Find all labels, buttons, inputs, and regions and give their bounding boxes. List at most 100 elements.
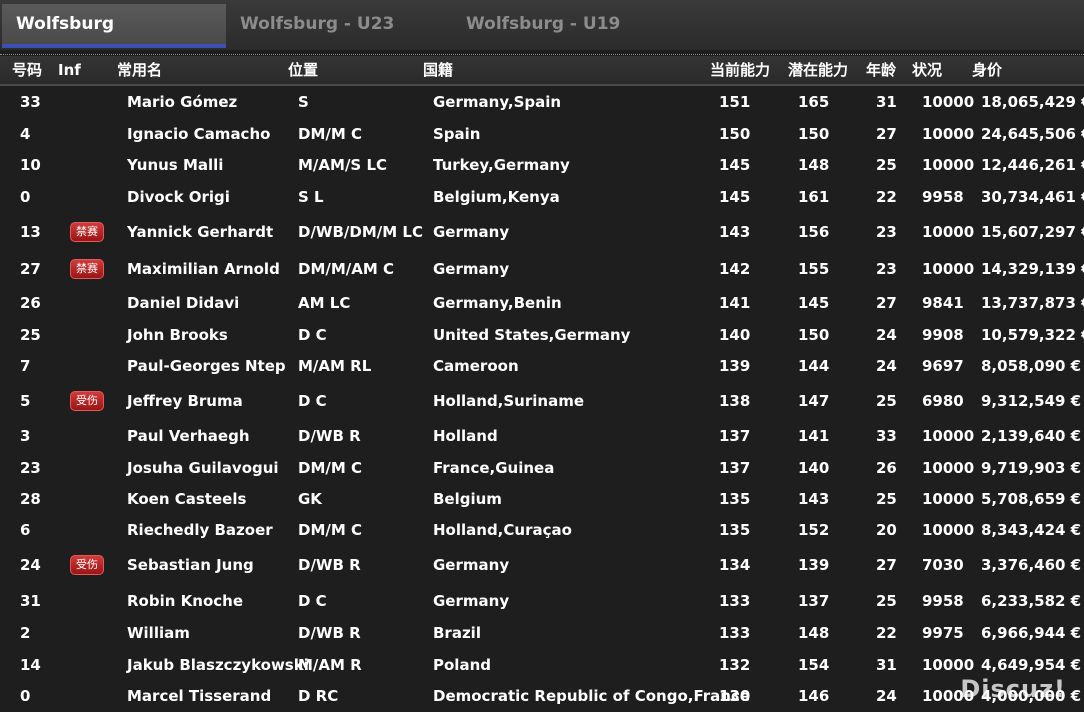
- cell-condition: 10000: [922, 260, 975, 278]
- table-row[interactable]: 6 Riechedly Bazoer DM/M C Holland,Curaçao 13…: [0, 515, 1084, 546]
- cell-number: 0: [20, 188, 31, 206]
- cell-name: Daniel Didavi: [127, 294, 240, 312]
- cell-position: M/AM RL: [298, 357, 372, 375]
- status-badge[interactable]: 受伤: [70, 391, 104, 411]
- table-row[interactable]: 25 John Brooks D C United States,Germany 140…: [0, 319, 1084, 351]
- table-row[interactable]: 2 William D/WB R Brazil 133 148 22 9975 6,966,94…: [0, 618, 1084, 649]
- cell-potential-ability: 139: [798, 556, 830, 574]
- cell-nationality: Germany: [433, 592, 510, 610]
- table-row[interactable]: 27 Maximilian Arnold DM/M/AM C Germany 142 15…: [0, 250, 1084, 288]
- cell-value: 30,734,461 €: [981, 188, 1084, 206]
- cell-potential-ability: 143: [798, 490, 830, 508]
- cell-name: Jeffrey Bruma: [127, 392, 243, 410]
- column-header-potential-ability[interactable]: 潜在能力: [788, 56, 848, 84]
- cell-nationality: Belgium,Kenya: [433, 188, 560, 206]
- cell-condition: 9841: [922, 294, 964, 312]
- cell-number: 3: [20, 427, 31, 445]
- table-row[interactable]: 23 Josuha Guilavogui DM/M C France,Guinea 13…: [0, 452, 1084, 484]
- cell-current-ability: 137: [719, 459, 751, 477]
- cell-number: 4: [20, 125, 31, 143]
- cell-position: D/WB R: [298, 624, 361, 642]
- cell-position: DM/M C: [298, 521, 363, 539]
- column-header-age[interactable]: 年龄: [866, 56, 896, 84]
- column-header-value[interactable]: 身价: [972, 56, 1002, 84]
- cell-current-ability: 138: [719, 392, 751, 410]
- cell-age: 23: [876, 260, 897, 278]
- cell-position: D/WB/DM/M LC: [298, 223, 423, 241]
- cell-name: Sebastian Jung: [127, 556, 254, 574]
- table-row[interactable]: 4 Ignacio Camacho DM/M C Spain 150 150 27 10000…: [0, 118, 1084, 150]
- cell-age: 22: [876, 624, 897, 642]
- table-row[interactable]: 33 Mario Gómez S Germany,Spain 151 165 31 10000…: [0, 86, 1084, 118]
- table-row[interactable]: 28 Koen Casteels GK Belgium 135 143 25 10000 5,7…: [0, 484, 1084, 515]
- column-header-condition[interactable]: 状况: [912, 56, 942, 84]
- column-header-nationality[interactable]: 国籍: [423, 56, 453, 84]
- cell-name: Koen Casteels: [127, 490, 247, 508]
- cell-value: 10,579,322 €: [981, 326, 1084, 344]
- column-header-name[interactable]: 常用名: [117, 56, 162, 84]
- cell-position: DM/M/AM C: [298, 260, 395, 278]
- cell-value: 5,708,659 €: [981, 490, 1082, 508]
- cell-potential-ability: 146: [798, 687, 830, 705]
- table-row[interactable]: 5 Jeffrey Bruma D C Holland,Suriname 138 147 2…: [0, 382, 1084, 420]
- cell-age: 27: [876, 125, 897, 143]
- table-row[interactable]: 7 Paul-Georges Ntep M/AM RL Cameroon 139 144 2…: [0, 351, 1084, 382]
- table-row[interactable]: 3 Paul Verhaegh D/WB R Holland 137 141 33 10000…: [0, 420, 1084, 452]
- cell-position: D RC: [298, 687, 339, 705]
- cell-name: Divock Origi: [127, 188, 230, 206]
- table-header: 号码 Inf 常用名 位置 国籍 当前能力 潜在能力 年龄 状况 身价: [0, 56, 1084, 86]
- tab-divider: [0, 54, 1084, 55]
- cell-number: 31: [20, 592, 41, 610]
- cell-nationality: Spain: [433, 125, 481, 143]
- cell-number: 25: [20, 326, 41, 344]
- cell-potential-ability: 152: [798, 521, 830, 539]
- table-row[interactable]: 10 Yunus Malli M/AM/S LC Turkey,Germany 145 1…: [0, 150, 1084, 181]
- cell-potential-ability: 144: [798, 357, 830, 375]
- cell-name: Mario Gómez: [127, 93, 238, 111]
- cell-value: 6,233,582 €: [981, 592, 1082, 610]
- table-row[interactable]: 14 Jakub Blaszczykowski M/AM R Poland 132 154…: [0, 649, 1084, 681]
- cell-condition: 9975: [922, 624, 964, 642]
- status-badge[interactable]: 受伤: [70, 555, 104, 575]
- cell-condition: 10000: [922, 427, 975, 445]
- cell-number: 23: [20, 459, 41, 477]
- cell-value: 9,312,549 €: [981, 392, 1082, 410]
- cell-potential-ability: 155: [798, 260, 830, 278]
- tab-wolfsburg-u23[interactable]: Wolfsburg - U23: [226, 4, 446, 48]
- cell-age: 24: [876, 326, 897, 344]
- cell-age: 33: [876, 427, 897, 445]
- table-row[interactable]: 26 Daniel Didavi AM LC Germany,Benin 141 145 2…: [0, 288, 1084, 319]
- table-row[interactable]: 24 Sebastian Jung D/WB R Germany 134 139 27 703…: [0, 546, 1084, 584]
- cell-condition: 10000: [922, 93, 975, 111]
- table-row[interactable]: 13 Yannick Gerhardt D/WB/DM/M LC Germany 143…: [0, 214, 1084, 250]
- cell-nationality: Turkey,Germany: [433, 156, 570, 174]
- cell-age: 31: [876, 93, 897, 111]
- cell-name: Paul Verhaegh: [127, 427, 250, 445]
- cell-current-ability: 145: [719, 188, 751, 206]
- cell-name: John Brooks: [127, 326, 228, 344]
- cell-potential-ability: 150: [798, 326, 830, 344]
- cell-position: D C: [298, 392, 327, 410]
- cell-age: 24: [876, 687, 897, 705]
- cell-age: 25: [876, 490, 897, 508]
- cell-nationality: Germany: [433, 556, 510, 574]
- tab-wolfsburg[interactable]: Wolfsburg: [2, 4, 226, 48]
- table-row[interactable]: 0 Marcel Tisserand D RC Democratic Republic…: [0, 681, 1084, 712]
- cell-name: Riechedly Bazoer: [127, 521, 273, 539]
- tab-wolfsburg-u19[interactable]: Wolfsburg - U19: [452, 4, 672, 48]
- cell-position: AM LC: [298, 294, 351, 312]
- cell-current-ability: 151: [719, 93, 751, 111]
- column-header-number[interactable]: 号码: [12, 56, 42, 84]
- cell-nationality: Democratic Republic of Congo,France: [433, 687, 751, 705]
- cell-nationality: Germany: [433, 223, 510, 241]
- status-badge[interactable]: 禁赛: [70, 222, 104, 242]
- table-row[interactable]: 31 Robin Knoche D C Germany 133 137 25 9958 6,23…: [0, 584, 1084, 618]
- column-header-inf[interactable]: Inf: [58, 56, 81, 84]
- column-header-current-ability[interactable]: 当前能力: [710, 56, 770, 84]
- table-row[interactable]: 0 Divock Origi S L Belgium,Kenya 145 161 22 995…: [0, 181, 1084, 214]
- cell-age: 27: [876, 556, 897, 574]
- cell-name: Yunus Malli: [127, 156, 224, 174]
- cell-current-ability: 150: [719, 125, 751, 143]
- column-header-position[interactable]: 位置: [288, 56, 318, 84]
- status-badge[interactable]: 禁赛: [70, 259, 104, 279]
